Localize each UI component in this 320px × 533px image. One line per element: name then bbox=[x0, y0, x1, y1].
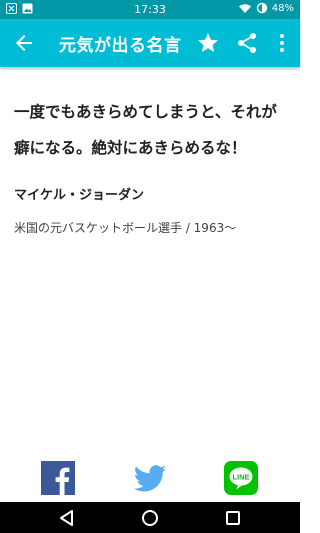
app-bar: 元気が出る名言 bbox=[0, 19, 300, 67]
navigation-bar bbox=[0, 502, 300, 533]
star-icon[interactable] bbox=[196, 31, 220, 55]
line-icon[interactable]: LINE bbox=[224, 461, 258, 495]
nav-home-icon[interactable] bbox=[140, 508, 160, 528]
page-title: 元気が出る名言 bbox=[59, 36, 182, 56]
back-arrow-icon[interactable] bbox=[12, 31, 36, 55]
share-row: LINE bbox=[0, 459, 300, 499]
battery-circle-icon bbox=[256, 2, 268, 14]
share-icon[interactable] bbox=[235, 31, 259, 55]
battery-level: 48% bbox=[271, 2, 294, 14]
nav-recents-icon[interactable] bbox=[223, 508, 243, 528]
author-name: マイケル・ジョーダン bbox=[14, 188, 145, 203]
wifi-icon bbox=[238, 3, 251, 13]
facebook-icon[interactable] bbox=[41, 461, 75, 495]
status-bar: 17:33 48% bbox=[0, 0, 300, 19]
nav-back-icon[interactable] bbox=[57, 508, 77, 528]
quote-text: 一度でもあきらめてしまうと、それが癖になる。絶対にあきらめるな！ bbox=[14, 103, 277, 157]
author-description: 米国の元バスケットボール選手 / 1963〜 bbox=[14, 221, 237, 235]
svg-text:LINE: LINE bbox=[232, 473, 249, 482]
twitter-icon[interactable] bbox=[133, 461, 167, 495]
more-vert-icon[interactable] bbox=[270, 31, 294, 55]
status-right: 48% bbox=[238, 2, 294, 14]
